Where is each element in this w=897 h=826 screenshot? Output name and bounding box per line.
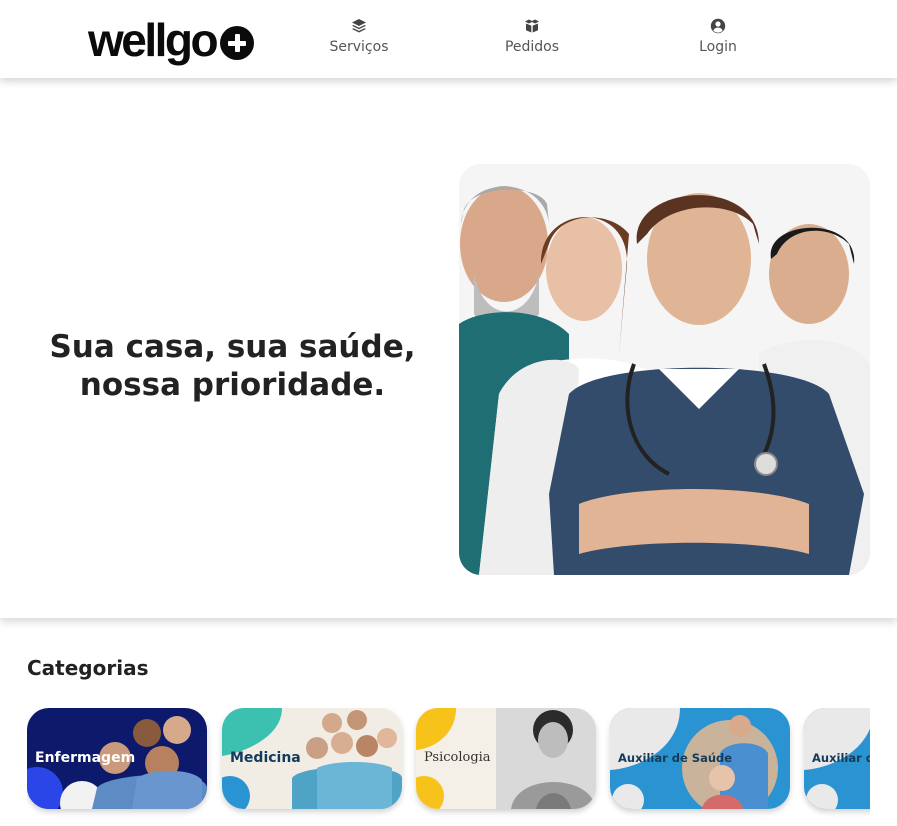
layers-icon — [352, 19, 366, 33]
category-label: Enfermagem — [35, 750, 136, 766]
hero-section: Sua casa, sua saúde, nossa prioridade. — [0, 78, 897, 618]
nav-label-pedidos: Pedidos — [504, 39, 560, 55]
hero-title: Sua casa, sua saúde, nossa prioridade. — [49, 329, 416, 403]
category-label: Auxiliar de Saúde — [618, 751, 733, 765]
categories-carousel[interactable]: Enfermagem Medicina Psicologia Auxiliar … — [27, 708, 870, 818]
top-navbar: wellgo Serviços Pedidos Login — [0, 0, 897, 78]
logo-text: wellgo — [88, 14, 219, 66]
plus-logo-icon — [220, 26, 255, 60]
box-icon — [525, 19, 539, 33]
category-card-psicologia[interactable]: Psicologia — [416, 708, 596, 809]
nav-label-login: Login — [699, 39, 737, 55]
category-card-auxiliar-de-saude[interactable]: Auxiliar de Saúde — [610, 708, 790, 809]
nav-item-pedidos[interactable]: Pedidos — [482, 18, 582, 55]
category-label: Medicina — [230, 750, 301, 766]
user-circle-icon — [710, 18, 726, 34]
categories-title: Categorias — [27, 656, 149, 680]
nav-label-servicos: Serviços — [329, 39, 389, 55]
nav-item-servicos[interactable]: Serviços — [309, 18, 409, 55]
category-label: Auxiliar de Saúde — [812, 751, 870, 765]
category-card-medicina[interactable]: Medicina — [222, 708, 402, 809]
category-card-enfermagem[interactable]: Enfermagem — [27, 708, 207, 809]
nav-item-login[interactable]: Login — [668, 18, 768, 55]
healthcare-team-image — [459, 164, 870, 575]
category-label: Psicologia — [424, 750, 491, 765]
wellgo-logo[interactable]: wellgo — [88, 14, 255, 66]
category-card-auxiliar-de-saude-2[interactable]: Auxiliar de Saúde — [804, 708, 870, 809]
categories-section: Categorias Enfermagem Medicina Psicologi… — [0, 618, 897, 826]
